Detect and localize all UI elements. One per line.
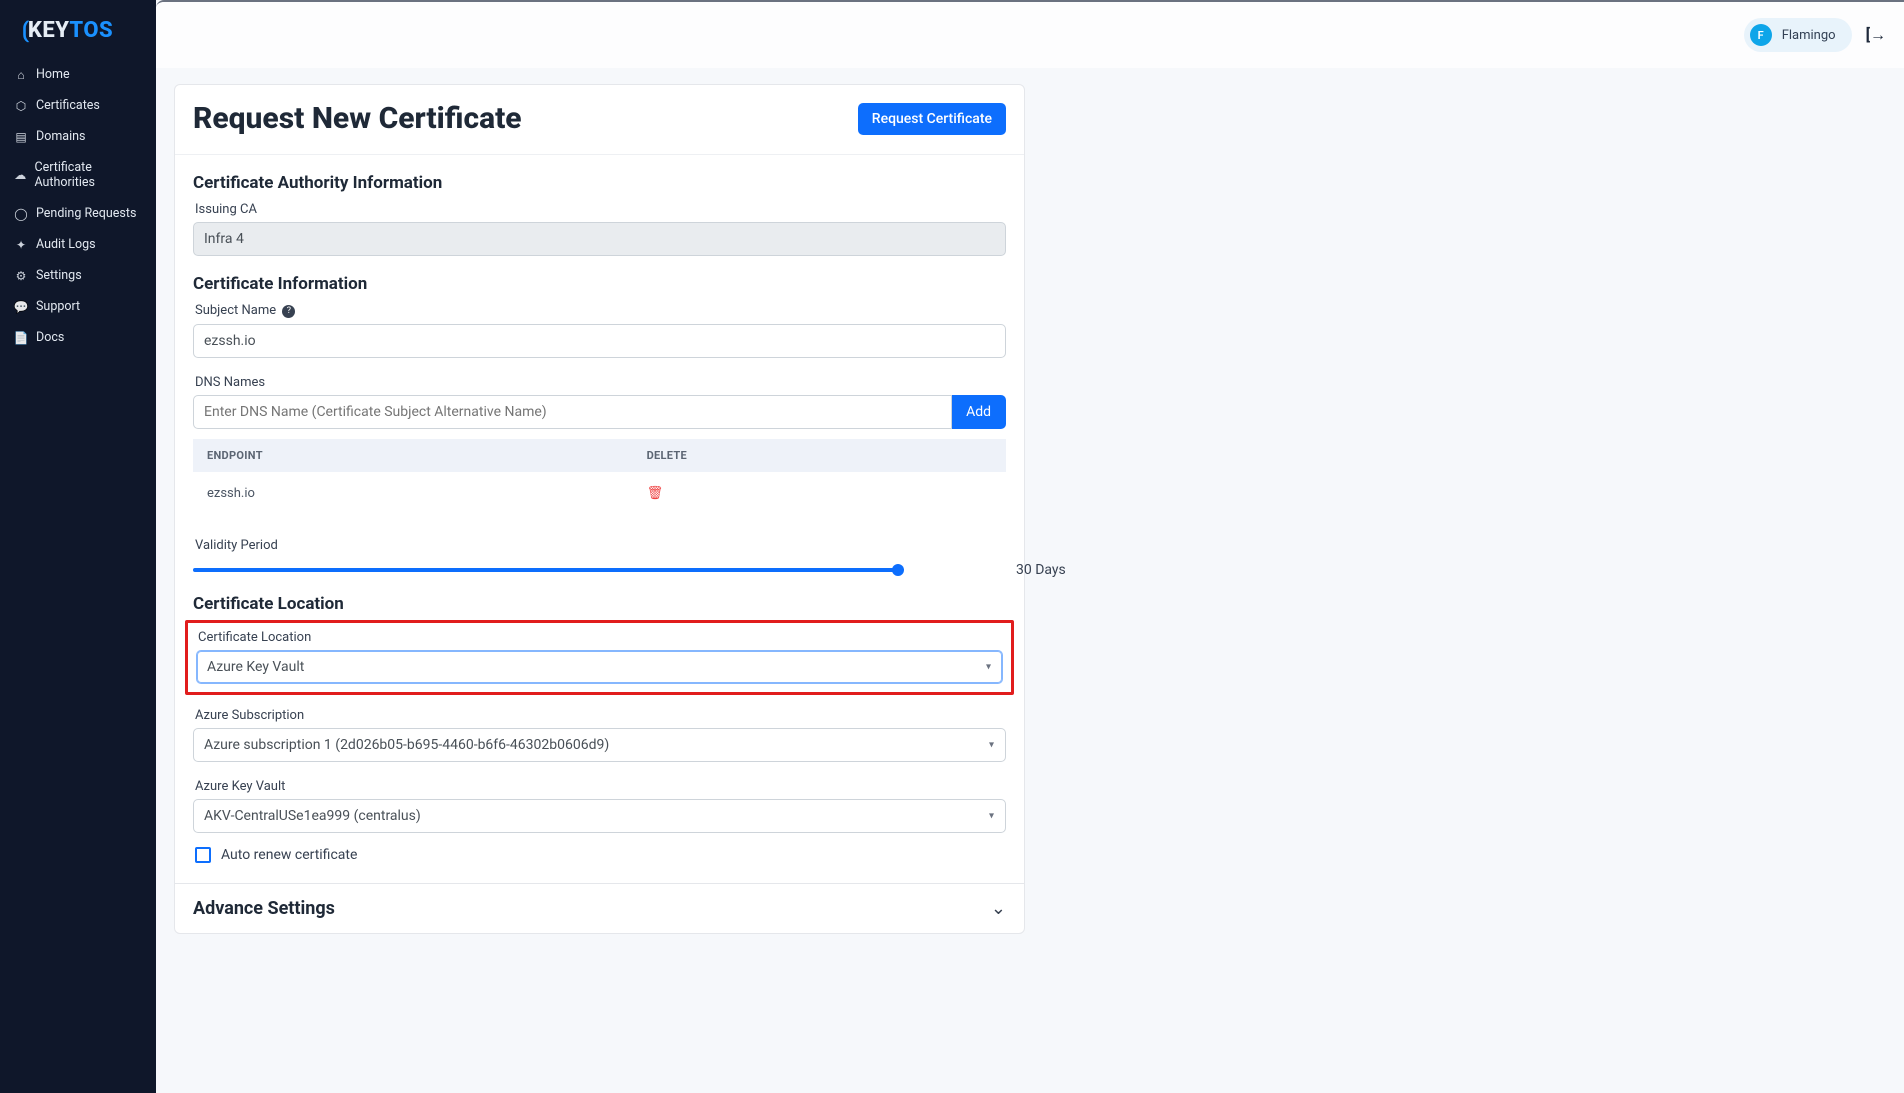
advance-settings-title: Advance Settings — [193, 898, 335, 919]
user-chip[interactable]: F Flamingo — [1744, 18, 1852, 52]
sidebar-nav: ⌂ Home ⬡ Certificates ▤ Domains ☁ Certificat… — [0, 53, 156, 353]
pending-icon: ◯ — [14, 207, 28, 221]
endpoint-cell: ezssh.io — [207, 486, 647, 501]
logout-icon[interactable]: [→ — [1866, 25, 1886, 45]
sidebar-item-label: Home — [36, 67, 70, 82]
main-area: F Flamingo [→ Request New Certificate Re… — [156, 0, 1904, 1093]
issuing-ca-value: Infra 4 — [193, 222, 1006, 256]
validity-period-label: Validity Period — [193, 535, 1006, 558]
subject-name-label: Subject Name ? — [193, 300, 1006, 324]
auto-renew-checkbox[interactable] — [195, 847, 211, 863]
domains-icon: ▤ — [14, 130, 28, 144]
slider-thumb[interactable] — [892, 564, 904, 576]
sidebar-item-pending-requests[interactable]: ◯ Pending Requests — [0, 198, 156, 229]
table-row: ezssh.io 🗑 — [193, 472, 1006, 525]
sidebar-item-label: Settings — [36, 268, 82, 283]
azure-keyvault-select[interactable]: AKV-CentralUSe1ea999 (centralus) — [193, 799, 1006, 833]
audit-icon: ✦ — [14, 238, 28, 252]
issuing-ca-label: Issuing CA — [193, 199, 1006, 222]
gear-icon: ⚙ — [14, 269, 28, 283]
dns-endpoints-table: ENDPOINT DELETE ezssh.io 🗑 — [193, 439, 1006, 525]
topbar: F Flamingo [→ — [156, 2, 1904, 68]
user-name: Flamingo — [1782, 28, 1836, 43]
advance-settings-toggle[interactable]: Advance Settings ⌄ — [175, 883, 1024, 933]
dns-name-input[interactable] — [193, 395, 952, 429]
validity-value: 30 Days — [1016, 562, 1126, 578]
sidebar-item-settings[interactable]: ⚙ Settings — [0, 260, 156, 291]
sidebar-item-label: Docs — [36, 330, 64, 345]
dns-names-label: DNS Names — [193, 372, 1006, 395]
sidebar: ⟮ KEYTOS ⌂ Home ⬡ Certificates ▤ Domains ☁ C… — [0, 0, 156, 1093]
home-icon: ⌂ — [14, 68, 28, 82]
sidebar-item-label: Support — [36, 299, 80, 314]
subject-name-label-text: Subject Name — [195, 303, 276, 318]
support-icon: 💬 — [14, 300, 28, 314]
brand-part1: KEY — [28, 18, 70, 43]
cloud-icon: ☁ — [14, 168, 26, 182]
sidebar-item-cert-authorities[interactable]: ☁ Certificate Authorities — [0, 152, 156, 198]
chevron-down-icon: ⌄ — [991, 898, 1006, 919]
content: Request New Certificate Request Certific… — [156, 68, 1904, 964]
sidebar-item-home[interactable]: ⌂ Home — [0, 59, 156, 90]
brand-part2: TOS — [69, 18, 113, 43]
sidebar-item-support[interactable]: 💬 Support — [0, 291, 156, 322]
sidebar-item-label: Domains — [36, 129, 86, 144]
help-icon[interactable]: ? — [282, 305, 295, 318]
delete-endpoint-icon[interactable]: 🗑 — [647, 486, 664, 501]
table-header-delete: DELETE — [647, 449, 992, 462]
sidebar-item-label: Certificate Authorities — [34, 160, 142, 190]
certificate-location-label: Certificate Location — [196, 627, 1003, 650]
section-location-title: Certificate Location — [193, 594, 1006, 614]
avatar: F — [1750, 24, 1772, 46]
sidebar-item-docs[interactable]: 📄 Docs — [0, 322, 156, 353]
sidebar-item-certificates[interactable]: ⬡ Certificates — [0, 90, 156, 121]
certificate-location-select[interactable]: Azure Key Vault — [196, 650, 1003, 684]
page-title: Request New Certificate — [193, 101, 522, 136]
validity-slider[interactable]: 30 Days — [193, 568, 1006, 572]
card-header: Request New Certificate Request Certific… — [175, 85, 1024, 155]
sidebar-item-label: Audit Logs — [36, 237, 96, 252]
certificate-location-highlight: Certificate Location Azure Key Vault ▾ — [185, 620, 1014, 695]
logo: ⟮ KEYTOS — [0, 0, 156, 53]
table-header-endpoint: ENDPOINT — [207, 449, 647, 462]
certificates-icon: ⬡ — [14, 99, 28, 113]
request-certificate-button[interactable]: Request Certificate — [858, 103, 1006, 135]
auto-renew-label: Auto renew certificate — [221, 847, 357, 863]
sidebar-item-audit-logs[interactable]: ✦ Audit Logs — [0, 229, 156, 260]
docs-icon: 📄 — [14, 331, 28, 345]
azure-subscription-label: Azure Subscription — [193, 705, 1006, 728]
sidebar-item-label: Pending Requests — [36, 206, 136, 221]
sidebar-item-domains[interactable]: ▤ Domains — [0, 121, 156, 152]
add-dns-button[interactable]: Add — [952, 395, 1006, 429]
subject-name-input[interactable] — [193, 324, 1006, 358]
request-certificate-card: Request New Certificate Request Certific… — [174, 84, 1025, 934]
section-cert-info-title: Certificate Information — [193, 274, 1006, 294]
sidebar-item-label: Certificates — [36, 98, 100, 113]
section-ca-info-title: Certificate Authority Information — [193, 173, 1006, 193]
azure-subscription-select[interactable]: Azure subscription 1 (2d026b05-b695-4460… — [193, 728, 1006, 762]
azure-keyvault-label: Azure Key Vault — [193, 776, 1006, 799]
